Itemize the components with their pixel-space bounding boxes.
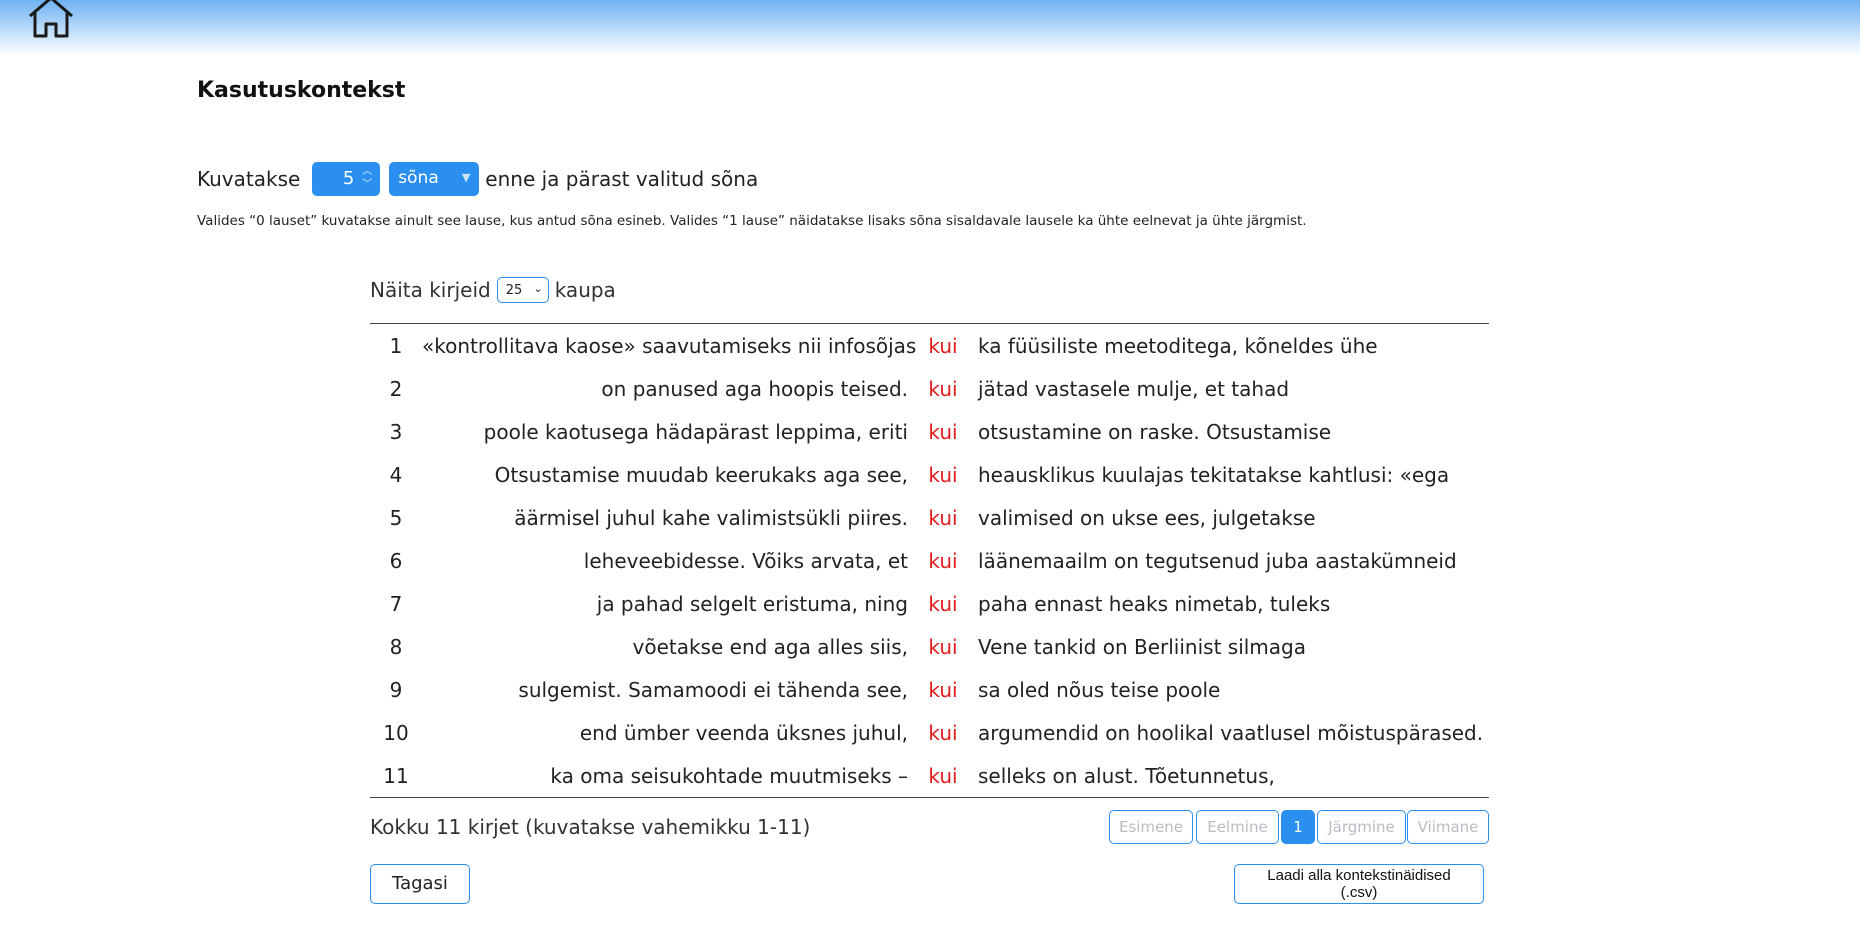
- page-title: Kasutuskontekst: [197, 78, 406, 103]
- table-row: 10 end ümber veenda üksnes juhul, kui ar…: [370, 711, 1489, 754]
- right-context: otsustamine on raske. Otsustamise: [978, 419, 1332, 444]
- context-unit-select[interactable]: sõna ▼: [389, 162, 480, 196]
- keyword: kui: [928, 763, 958, 788]
- right-context: paha ennast heaks nimetab, tuleks: [978, 591, 1331, 616]
- left-context: ja pahad selgelt eristuma, ning: [596, 591, 908, 616]
- table-row: 1 «kontrollitava kaose» saavutamiseks ni…: [370, 324, 1489, 367]
- row-number: 6: [389, 548, 403, 573]
- records-summary: Kokku 11 kirjet (kuvatakse vahemikku 1-1…: [370, 815, 811, 839]
- left-context: end ümber veenda üksnes juhul,: [579, 720, 908, 745]
- page-size-suffix: kaupa: [554, 278, 616, 302]
- row-number: 11: [383, 763, 409, 788]
- left-context: sulgemist. Samamoodi ei tähenda see,: [518, 677, 908, 702]
- table-row: 6 leheveebidesse. Võiks arvata, et kui l…: [370, 539, 1489, 582]
- left-context: leheveebidesse. Võiks arvata, et: [583, 548, 908, 573]
- context-unit-value: sõna: [398, 168, 439, 188]
- table-row: 7 ja pahad selgelt eristuma, ning kui pa…: [370, 582, 1489, 625]
- table-row: 5 äärmisel juhul kahe valimistsükli piir…: [370, 496, 1489, 539]
- right-context: jätad vastasele mulje, et tahad: [978, 376, 1290, 401]
- left-context: võetakse end aga alles siis,: [632, 634, 909, 659]
- keyword: kui: [928, 462, 958, 487]
- chevron-down-icon: ▼: [461, 171, 471, 184]
- right-context: läänemaailm on tegutsenud juba aastakümn…: [978, 548, 1457, 573]
- download-button-label: Laadi alla kontekstinäidised: [1267, 867, 1451, 884]
- concordance-table: 1 «kontrollitava kaose» saavutamiseks ni…: [370, 323, 1489, 798]
- row-number: 3: [389, 419, 403, 444]
- pagination-prev-button[interactable]: Eelmine: [1196, 810, 1279, 844]
- keyword: kui: [928, 376, 958, 401]
- page-size-select[interactable]: 25 ⌄: [496, 277, 549, 303]
- keyword: kui: [928, 720, 958, 745]
- context-count-stepper[interactable]: 5 ︿ ﹀: [312, 162, 381, 196]
- context-controls: Kuvatakse 5 ︿ ﹀ sõna ▼ enne ja pärast val…: [197, 161, 758, 197]
- row-number: 10: [383, 720, 409, 745]
- row-number: 9: [389, 677, 403, 702]
- download-csv-button[interactable]: Laadi alla kontekstinäidised (.csv): [1234, 864, 1484, 904]
- table-row: 4 Otsustamise muudab keerukaks aga see, …: [370, 453, 1489, 496]
- pagination-next-button[interactable]: Järgmine: [1317, 810, 1406, 844]
- keyword: kui: [928, 548, 958, 573]
- row-number: 1: [389, 333, 403, 358]
- row-number: 8: [389, 634, 403, 659]
- row-number: 2: [389, 376, 403, 401]
- home-icon[interactable]: [26, 0, 76, 42]
- left-context: äärmisel juhul kahe valimistsükli piires…: [514, 505, 908, 530]
- page-size-value: 25: [505, 283, 523, 298]
- pagination-last-button[interactable]: Viimane: [1407, 810, 1489, 844]
- keyword: kui: [928, 333, 958, 358]
- row-number: 5: [389, 505, 403, 530]
- page-size-label: Näita kirjeid: [370, 278, 491, 302]
- back-button[interactable]: Tagasi: [370, 864, 470, 904]
- top-banner: [0, 0, 1860, 56]
- left-context: ka oma seisukohtade muutmiseks –: [550, 763, 908, 788]
- right-context: selleks on alust. Tõetunnetus,: [978, 763, 1275, 788]
- right-context: heausklikus kuulajas tekitatakse kahtlus…: [978, 462, 1450, 487]
- right-context: sa oled nõus teise poole: [978, 677, 1221, 702]
- left-context: poole kaotusega hädapärast leppima, erit…: [483, 419, 908, 444]
- page-size-control: Näita kirjeid 25 ⌄ kaupa: [370, 275, 616, 305]
- left-context: on panused aga hoopis teised.: [601, 376, 908, 401]
- keyword: kui: [928, 677, 958, 702]
- chevron-down-icon: ⌄: [533, 282, 543, 295]
- spinner-arrows-icon[interactable]: ︿ ﹀: [362, 165, 372, 191]
- row-number: 4: [389, 462, 403, 487]
- context-count-value: 5: [342, 168, 355, 189]
- keyword: kui: [928, 591, 958, 616]
- context-hint-text: Valides “0 lauset” kuvatakse ainult see …: [197, 213, 1307, 229]
- right-context: argumendid on hoolikal vaatlusel mõistus…: [978, 720, 1484, 745]
- row-number: 7: [389, 591, 403, 616]
- context-prefix-label: Kuvatakse: [197, 167, 301, 191]
- table-row: 3 poole kaotusega hädapärast leppima, er…: [370, 410, 1489, 453]
- right-context: Vene tankid on Berliinist silmaga: [978, 634, 1306, 659]
- pagination-first-button[interactable]: Esimene: [1109, 810, 1193, 844]
- right-context: valimised on ukse ees, julgetakse: [978, 505, 1316, 530]
- table-row: 11 ka oma seisukohtade muutmiseks – kui …: [370, 754, 1489, 797]
- context-suffix-label: enne ja pärast valitud sõna: [485, 167, 759, 191]
- keyword: kui: [928, 634, 958, 659]
- table-row: 9 sulgemist. Samamoodi ei tähenda see, k…: [370, 668, 1489, 711]
- left-context: «kontrollitava kaose» saavutamiseks nii …: [422, 333, 917, 358]
- keyword: kui: [928, 419, 958, 444]
- table-row: 2 on panused aga hoopis teised. kui jäta…: [370, 367, 1489, 410]
- download-button-format: (.csv): [1340, 884, 1378, 901]
- pagination-page-1-button[interactable]: 1: [1281, 810, 1315, 844]
- keyword: kui: [928, 505, 958, 530]
- right-context: ka füüsiliste meetoditega, kõneldes ühe: [978, 333, 1378, 358]
- table-row: 8 võetakse end aga alles siis, kui Vene …: [370, 625, 1489, 668]
- left-context: Otsustamise muudab keerukaks aga see,: [494, 462, 908, 487]
